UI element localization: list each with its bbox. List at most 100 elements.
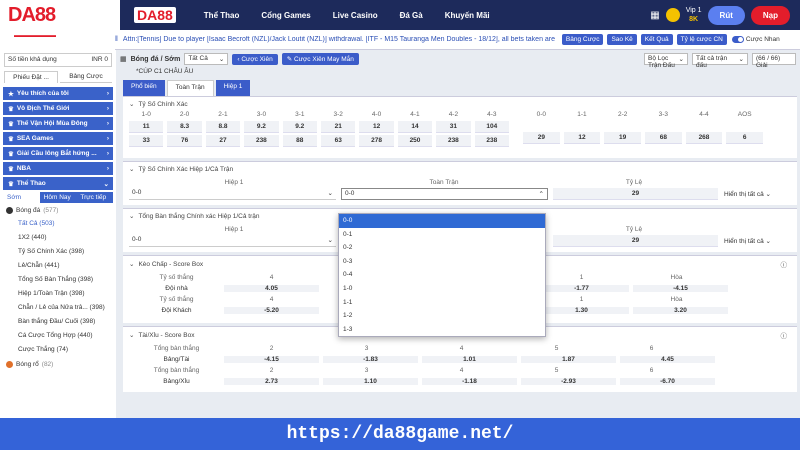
sidebar-item-sea-games[interactable]: ♛ SEA Games ›: [3, 132, 113, 145]
show-all-select[interactable]: Hiển thị tất cả ⌄: [724, 190, 771, 198]
list-item[interactable]: Tổng Số Bàn Thắng (398): [0, 273, 116, 287]
nav-games[interactable]: Cổng Games: [261, 11, 310, 20]
odds-cell[interactable]: 76: [167, 135, 202, 147]
odds-cell[interactable]: 2.73: [224, 378, 319, 385]
dropdown-option[interactable]: 0-4: [339, 268, 545, 282]
odds-cell[interactable]: 4.45: [620, 356, 715, 363]
results-button[interactable]: Kết Quả: [640, 34, 673, 45]
nav-promotions[interactable]: Khuyến Mãi: [445, 11, 490, 20]
tab-full-time[interactable]: Toàn Trận: [166, 80, 214, 96]
odds-cell[interactable]: 238: [436, 135, 471, 147]
odds-cell[interactable]: 3.20: [633, 307, 728, 314]
ft-score-select[interactable]: 0-0 ⌃: [341, 188, 548, 200]
tab-bet-list[interactable]: Bảng Cược: [60, 71, 112, 83]
odds-cell[interactable]: 268: [685, 132, 723, 144]
odds-cell[interactable]: 14: [397, 121, 433, 133]
sport-basketball[interactable]: Bóng rổ (82): [0, 357, 116, 371]
tab-popular[interactable]: Phổ biến: [123, 80, 165, 96]
withdraw-button[interactable]: Rút: [707, 5, 745, 25]
list-item[interactable]: Tỷ Số Chính Xác (398): [0, 245, 116, 259]
odds-cell[interactable]: 1.30: [534, 307, 629, 314]
dropdown-option[interactable]: 0-3: [339, 255, 545, 269]
tab-today[interactable]: Hôm Nay: [40, 192, 77, 203]
section-header[interactable]: ⌄ Tỷ Số Chính Xác: [123, 97, 797, 111]
list-item[interactable]: Bàn thắng Đầu/ Cuối (398): [0, 315, 116, 329]
odds-cell[interactable]: 11: [129, 121, 164, 133]
odds-cell[interactable]: 1.87: [521, 356, 616, 363]
dropdown-option[interactable]: 1-3: [339, 323, 545, 337]
odds-cell[interactable]: 6: [726, 132, 763, 144]
odds-cell[interactable]: 33: [129, 135, 164, 147]
odds-cell[interactable]: 238: [244, 135, 279, 147]
odds-cell[interactable]: 68: [645, 132, 682, 144]
odds-cell[interactable]: 1.01: [422, 356, 517, 363]
dropdown-option[interactable]: 0-1: [339, 228, 545, 242]
tab-live[interactable]: Trực tiếp: [76, 192, 113, 203]
nav-live-casino[interactable]: Live Casino: [333, 11, 378, 20]
tab-first-half[interactable]: Hiệp 1: [215, 80, 251, 96]
odds-cell[interactable]: 8.3: [167, 121, 202, 133]
statement-button[interactable]: Sao Kê: [607, 34, 637, 45]
odds-cell[interactable]: -6.70: [620, 378, 715, 385]
odds-cell[interactable]: 63: [321, 135, 356, 147]
dropdown-option[interactable]: 1-0: [339, 282, 545, 296]
odds-cell[interactable]: 9.2: [282, 121, 317, 133]
tab-bet-slip[interactable]: Phiếu Đặt ...: [4, 71, 58, 83]
parlay-chip[interactable]: ‹ Cược Xiên: [232, 53, 278, 65]
odds-cell[interactable]: 19: [604, 132, 641, 144]
odds-cell[interactable]: 9.2: [244, 121, 279, 133]
odds-cell[interactable]: 27: [205, 135, 241, 147]
odds-cell[interactable]: -4.15: [224, 356, 319, 363]
odds-cell[interactable]: -1.18: [422, 378, 517, 385]
nav-sports[interactable]: Thể Thao: [204, 11, 240, 20]
help-icon[interactable]: ⓘ: [781, 259, 788, 269]
list-item[interactable]: Cược Thắng (74): [0, 343, 116, 357]
odds-type-select[interactable]: Tỷ lệ cược CN: [676, 34, 727, 45]
odds-cell[interactable]: 31: [436, 121, 471, 133]
odds-cell[interactable]: 250: [397, 135, 433, 147]
odds-cell[interactable]: 1.10: [323, 378, 418, 385]
news-ticker[interactable]: Attn:[Tennis] Due to player [Isaac Becro…: [123, 36, 558, 43]
total-ht-select[interactable]: 0-0 ⌄: [129, 235, 336, 247]
list-item[interactable]: Chẵn / Lẻ của Nửa trâ... (398): [0, 301, 116, 315]
dropdown-option[interactable]: 0-0: [339, 214, 545, 228]
odds-cell[interactable]: 238: [474, 135, 509, 147]
odds-cell[interactable]: 278: [359, 135, 394, 147]
tab-early[interactable]: Sớm: [3, 192, 40, 203]
match-filter-select[interactable]: Bộ Lọc Trận Đấu ⌄: [644, 53, 688, 69]
sidebar-item-world-cup[interactable]: ♛ Vô Địch Thế Giới ›: [3, 102, 113, 115]
show-all-select[interactable]: Hiển thị tất cả ⌄: [724, 237, 771, 245]
ht-score-select[interactable]: 0-0 ⌄: [129, 188, 336, 200]
odds-cell[interactable]: -1.77: [534, 285, 629, 292]
brand-logo[interactable]: DA88: [0, 0, 120, 30]
grid-icon[interactable]: ▦: [650, 10, 659, 21]
nav-cockfight[interactable]: Đá Gà: [400, 11, 423, 20]
lucky-parlay-chip[interactable]: ✎ Cược Xiên May Mắn: [281, 53, 359, 65]
odds-cell[interactable]: 8.8: [205, 121, 241, 133]
odds-cell[interactable]: -5.20: [224, 307, 319, 314]
dropdown-option[interactable]: 1-2: [339, 309, 545, 323]
sidebar-item-badminton[interactable]: ♛ Giải Cầu lông Bắt hứng ... ›: [3, 147, 113, 160]
all-matches-select[interactable]: Tất cả trận đấu ⌄: [692, 53, 748, 69]
sidebar-item-nba[interactable]: ♛ NBA ›: [3, 162, 113, 175]
help-icon[interactable]: ⓘ: [781, 330, 788, 340]
odds-cell[interactable]: 29: [523, 132, 560, 144]
market-filter-select[interactable]: Tất Cả ⌄: [184, 53, 229, 65]
odds-cell[interactable]: 29: [553, 188, 718, 200]
sidebar-item-winter-olympics[interactable]: ♛ Thế Vận Hội Mùa Đông ›: [3, 117, 113, 130]
dropdown-option[interactable]: 1-1: [339, 296, 545, 310]
section-header[interactable]: ⌄ Tỷ Số Chính Xác Hiệp 1/Cả Trận: [123, 162, 797, 176]
sport-football[interactable]: Bóng đá (577): [0, 203, 116, 217]
odds-cell[interactable]: 12: [359, 121, 394, 133]
odds-cell[interactable]: 4.05: [224, 285, 319, 292]
avatar[interactable]: [665, 8, 680, 22]
dropdown-option[interactable]: 0-2: [339, 241, 545, 255]
bet-list-button[interactable]: Bảng Cược: [561, 34, 604, 45]
odds-cell[interactable]: 12: [563, 132, 601, 144]
sidebar-item-favorites[interactable]: ★ Yêu thích của tôi ›: [3, 87, 113, 100]
balance-field[interactable]: Số tiền khả dụng INR 0: [4, 53, 112, 67]
league-count-select[interactable]: (66 / 66) Giải: [752, 53, 796, 69]
list-item[interactable]: Hiệp 1/Toàn Trận (398): [0, 287, 116, 301]
odds-cell[interactable]: 29: [553, 235, 718, 247]
list-item[interactable]: 1X2 (440): [0, 231, 116, 245]
